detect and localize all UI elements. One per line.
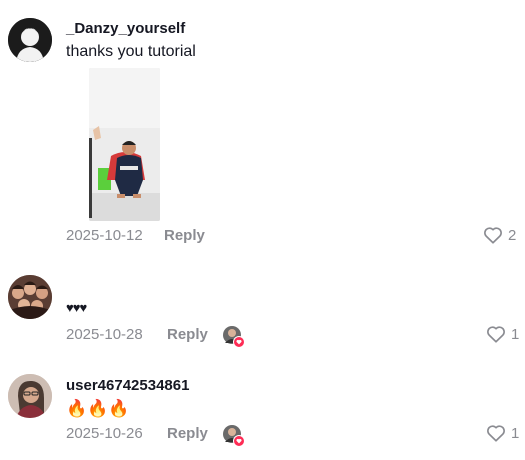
user-avatar[interactable] — [8, 374, 52, 418]
heart-outline-icon — [487, 425, 505, 442]
heart-badge-icon — [233, 435, 245, 447]
comment-text: 🔥🔥🔥 — [66, 399, 130, 418]
creator-liked-badge — [223, 425, 245, 447]
comment-date: 2025-10-26 — [66, 425, 143, 442]
reply-button[interactable]: Reply — [167, 425, 208, 442]
like-count: 1 — [511, 424, 520, 442]
portrait-avatar-icon — [8, 374, 52, 418]
comment-item-3: user46742534861 🔥🔥🔥 2025-10-26 Reply 1 — [0, 0, 525, 460]
comment-username[interactable]: user46742534861 — [66, 377, 189, 394]
like-button[interactable]: 1 — [486, 424, 519, 442]
